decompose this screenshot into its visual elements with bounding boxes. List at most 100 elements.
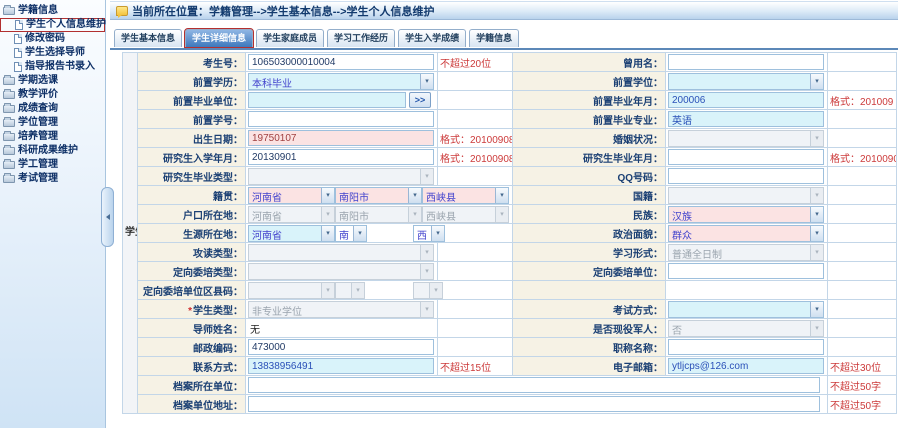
chevron-down-icon: ▾ <box>810 226 823 241</box>
form-row: 出生日期：格式：20100908婚姻状况：▾ <box>123 129 897 148</box>
form-select[interactable]: 河南省▾ <box>248 225 335 242</box>
page-icon <box>14 48 22 58</box>
tab-5[interactable]: 学籍信息 <box>469 29 519 47</box>
sidebar-item-9[interactable]: 培养管理 <box>0 130 105 144</box>
field-cell: ▾ <box>246 243 438 262</box>
chevron-down-icon: ▾ <box>431 226 444 241</box>
sidebar-item-5[interactable]: 学期选课 <box>0 74 105 88</box>
sidebar-item-label: 科研成果维护 <box>18 144 78 158</box>
form-select[interactable]: 南▾ <box>335 225 367 242</box>
form-select: ▾ <box>248 168 434 185</box>
page-icon <box>14 34 22 44</box>
form-select[interactable]: 汉族▾ <box>668 206 824 223</box>
form-select[interactable]: ▾ <box>668 73 824 90</box>
field-label: 邮政编码： <box>138 338 246 357</box>
tab-4[interactable]: 学生入学成绩 <box>398 29 466 47</box>
field-cell: ▾ <box>666 300 828 319</box>
field-label: 政治面貌： <box>513 224 666 243</box>
sidebar-item-1[interactable]: 学生个人信息维护 <box>0 18 105 32</box>
form-input[interactable] <box>668 339 824 355</box>
sidebar-item-label: 学生个人信息维护 <box>26 18 106 32</box>
form-input[interactable] <box>668 168 824 184</box>
sidebar-item-4[interactable]: 指导报告书录入 <box>0 60 105 74</box>
field-note: 不超过30位 <box>828 357 897 376</box>
field-cell <box>666 338 828 357</box>
form-row: 定向委培单位区县码：▾▾▾ <box>123 281 897 300</box>
chevron-down-icon: ▾ <box>353 226 366 241</box>
form-input[interactable] <box>668 92 824 108</box>
form-select[interactable]: 本科毕业▾ <box>248 73 434 90</box>
field-cell <box>666 262 828 281</box>
form-row: 前置学号：前置毕业专业： <box>123 110 897 129</box>
select-value: 否 <box>669 321 810 336</box>
form-select[interactable]: 南阳市▾ <box>335 187 422 204</box>
tab-0[interactable]: 学生基本信息 <box>114 29 182 47</box>
field-label: 前置毕业年月： <box>513 91 666 110</box>
sidebar-item-11[interactable]: 学工管理 <box>0 158 105 172</box>
form-input[interactable] <box>248 111 434 127</box>
form-select[interactable]: 河南省▾ <box>248 187 335 204</box>
select-value: 汉族 <box>669 207 810 222</box>
form-input[interactable] <box>668 149 824 165</box>
lookup-button[interactable]: >> <box>409 92 431 108</box>
form-input[interactable] <box>248 149 434 165</box>
select-value: 本科毕业 <box>249 74 420 89</box>
form-input[interactable] <box>668 358 824 374</box>
form-input[interactable] <box>248 130 434 146</box>
chevron-down-icon: ▾ <box>420 264 433 279</box>
form-select: ▾ <box>248 244 434 261</box>
form-input[interactable] <box>668 263 824 279</box>
folder-icon <box>3 91 15 99</box>
form-input[interactable] <box>668 111 824 127</box>
field-note <box>438 91 513 110</box>
sidebar-item-0[interactable]: 学籍信息 <box>0 4 105 18</box>
form-select[interactable]: 西峡县▾ <box>422 187 509 204</box>
field-note <box>438 167 513 186</box>
field-cell: ▾ <box>246 167 438 186</box>
field-cell: 非专业学位▾ <box>246 300 438 319</box>
form-input[interactable] <box>248 54 434 70</box>
field-label: 曾用名： <box>513 53 666 72</box>
tab-3[interactable]: 学习工作经历 <box>327 29 395 47</box>
form-select[interactable]: ▾ <box>668 301 824 318</box>
sidebar-item-12[interactable]: 考试管理 <box>0 172 105 186</box>
sidebar-item-2[interactable]: 修改密码 <box>0 32 105 46</box>
field-note <box>828 72 897 91</box>
tab-1[interactable]: 学生详细信息 <box>185 29 253 47</box>
form-select[interactable]: 群众▾ <box>668 225 824 242</box>
select-value <box>414 283 429 298</box>
field-cell: ▾ <box>666 186 828 205</box>
sidebar-item-7[interactable]: 成绩查询 <box>0 102 105 116</box>
folder-icon <box>3 147 15 155</box>
field-label: 出生日期： <box>138 129 246 148</box>
form-select[interactable]: 西▾ <box>413 225 445 242</box>
form-input[interactable] <box>668 54 824 70</box>
form-input[interactable] <box>248 339 434 355</box>
field-note <box>828 281 897 300</box>
field-cell <box>666 91 828 110</box>
form-input[interactable] <box>248 396 820 412</box>
field-note: 格式：201009 <box>828 91 897 110</box>
field-label: 国籍： <box>513 186 666 205</box>
sidebar-collapse-handle[interactable] <box>101 187 114 247</box>
tab-2[interactable]: 学生家庭成员 <box>256 29 324 47</box>
form-input[interactable] <box>248 377 820 393</box>
sidebar-item-10[interactable]: 科研成果维护 <box>0 144 105 158</box>
chevron-down-icon: ▾ <box>429 283 442 298</box>
sidebar-item-6[interactable]: 教学评价 <box>0 88 105 102</box>
form-input[interactable] <box>248 358 434 374</box>
chevron-down-icon: ▾ <box>408 207 421 222</box>
sidebar-item-label: 修改密码 <box>25 32 65 46</box>
sidebar-item-label: 学位管理 <box>18 116 58 130</box>
sidebar-item-8[interactable]: 学位管理 <box>0 116 105 130</box>
chevron-down-icon: ▾ <box>420 245 433 260</box>
field-note <box>438 262 513 281</box>
sidebar-item-3[interactable]: 学生选择导师 <box>0 46 105 60</box>
form-input[interactable] <box>248 92 406 108</box>
field-cell <box>246 53 438 72</box>
field-cell: ▾ <box>666 129 828 148</box>
chevron-down-icon: ▾ <box>321 207 334 222</box>
field-cell <box>246 110 438 129</box>
select-value <box>669 188 810 203</box>
select-value <box>249 169 420 184</box>
